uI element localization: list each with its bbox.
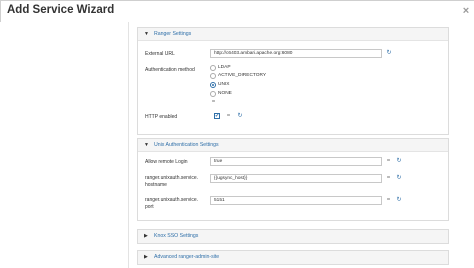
external-url-label: External URL (145, 51, 175, 57)
hostname-input[interactable]: {{ugsync_host}} (210, 174, 382, 183)
refresh-icon[interactable]: ↻ (237, 113, 243, 119)
ranger-settings-panel: ▼ Ranger Settings (137, 27, 449, 135)
knox-sso-panel: ▶ Knox SSO Settings (137, 229, 449, 244)
auth-method-label: Authentication method (145, 67, 195, 73)
http-enabled-checkbox[interactable]: ✔ (214, 113, 220, 119)
chevron-right-icon: ▶ (144, 254, 148, 260)
allow-remote-login-label: Allow remote Login (145, 159, 188, 165)
port-label-line2: port (145, 204, 154, 210)
knox-sso-title: Knox SSO Settings (154, 233, 199, 239)
port-input[interactable]: 5151 (210, 196, 382, 205)
port-label-line1: ranger.unixauth.service. (145, 197, 199, 203)
advanced-admin-site-panel: ▶ Advanced ranger-admin-site (137, 250, 449, 265)
ranger-settings-header[interactable]: ▼ Ranger Settings (138, 28, 448, 41)
wizard-steps-pane (0, 22, 128, 268)
refresh-icon[interactable]: ↻ (396, 158, 402, 164)
auth-radio-ldap[interactable] (210, 65, 216, 71)
external-url-input[interactable]: http://c6403.ambari.apache.org:6080 (210, 49, 382, 58)
unix-auth-header[interactable]: ▼ Unix Authentication Settings (138, 139, 448, 152)
close-icon[interactable]: × (460, 5, 472, 17)
override-icon[interactable]: = (386, 197, 391, 203)
auth-option-ad-label: ACTIVE_DIRECTORY (218, 73, 267, 78)
auth-radio-unix[interactable] (210, 82, 216, 88)
advanced-admin-site-header[interactable]: ▶ Advanced ranger-admin-site (138, 251, 448, 264)
knox-sso-header[interactable]: ▶ Knox SSO Settings (138, 230, 448, 243)
auth-option-none-label: NONE (218, 91, 232, 96)
override-icon[interactable]: = (226, 113, 231, 119)
override-icon[interactable]: = (386, 158, 391, 164)
unix-auth-title: Unix Authentication Settings (154, 142, 219, 148)
title-bar: Add Service Wizard × (1, 1, 474, 23)
chevron-down-icon: ▼ (144, 31, 149, 37)
refresh-icon[interactable]: ↻ (396, 175, 402, 181)
chevron-down-icon: ▼ (144, 142, 149, 148)
hostname-label-line2: hostname (145, 182, 167, 188)
override-icon[interactable]: = (211, 99, 216, 105)
allow-remote-login-input[interactable]: true (210, 157, 382, 166)
auth-radio-active-directory[interactable] (210, 73, 216, 79)
override-icon[interactable]: = (386, 175, 391, 181)
wizard-title: Add Service Wizard (7, 4, 115, 16)
auth-radio-none[interactable] (210, 91, 216, 97)
auth-option-unix-label: UNIX (218, 82, 230, 87)
advanced-admin-site-title: Advanced ranger-admin-site (154, 254, 220, 260)
hostname-label-line1: ranger.unixauth.service. (145, 175, 199, 181)
refresh-icon[interactable]: ↻ (386, 50, 392, 56)
refresh-icon[interactable]: ↻ (396, 197, 402, 203)
ranger-settings-title: Ranger Settings (154, 31, 192, 37)
chevron-right-icon: ▶ (144, 233, 148, 239)
http-enabled-label: HTTP enabled (145, 114, 178, 120)
auth-option-ldap-label: LDAP (218, 65, 231, 70)
